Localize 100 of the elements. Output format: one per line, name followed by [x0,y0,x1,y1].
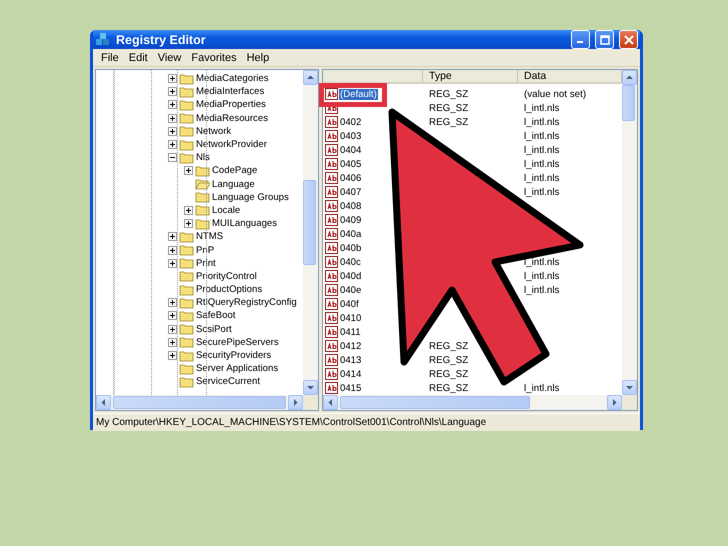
horizontal-scrollbar[interactable] [96,395,303,410]
scrollbar-corner [622,395,637,410]
value-data: l_intl.nls [523,117,560,128]
scroll-thumb[interactable] [622,85,635,121]
tree-item[interactable]: Language [212,178,255,190]
tree-item[interactable]: CodePage [212,165,258,176]
expand-icon[interactable] [184,219,193,228]
string-value-icon [325,270,338,282]
tree-item[interactable]: ScsiPort [196,324,232,335]
value-name[interactable]: 0415 [339,382,362,394]
folder-icon [179,86,194,98]
string-value-icon [325,88,338,100]
value-name[interactable]: 040f [339,298,360,310]
folder-icon [179,230,194,243]
maximize-button[interactable] [595,30,614,49]
tree-item[interactable]: SecurityProviders [196,350,272,362]
scroll-right-icon [611,399,618,406]
value-name[interactable]: 0413 [339,354,362,366]
expand-icon[interactable] [168,87,177,96]
tree-item[interactable]: NetworkProvider [196,139,267,150]
value-name[interactable]: 040d [339,270,362,282]
folder-icon [179,310,194,322]
value-name[interactable]: 0410 [339,312,362,324]
expand-icon[interactable] [168,311,177,320]
menu-item[interactable]: File [96,52,124,64]
value-name[interactable]: (Default) [339,88,378,100]
menu-item[interactable]: Help [242,52,274,64]
tree-item[interactable]: RtlQueryRegistryConfig [196,297,297,308]
expand-icon[interactable] [168,324,177,334]
tree-item[interactable]: Print [196,258,216,269]
value-name[interactable]: 040c [339,256,362,268]
column-header[interactable]: Type [423,70,518,82]
expand-icon[interactable] [168,351,177,360]
value-name[interactable]: 040e [339,284,362,296]
tree-item[interactable]: PriorityControl [196,270,257,282]
vertical-scrollbar[interactable] [622,70,637,395]
tree-item[interactable]: Language Groups [212,192,289,203]
folder-icon [179,244,194,256]
tree-item[interactable]: Nls [196,152,210,164]
value-name[interactable]: 040b [339,242,362,254]
value-name[interactable]: 0405 [339,158,362,170]
expand-icon[interactable] [168,74,177,84]
expand-icon[interactable] [168,232,177,242]
tree-item[interactable]: MediaProperties [196,99,266,110]
value-name[interactable]: 0412 [339,340,362,352]
expand-icon[interactable] [184,166,193,176]
folder-icon [179,72,194,85]
value-data: (value not set) [523,89,586,100]
value-type: REG_SZ [428,103,468,114]
value-data: l_intl.nls [523,131,560,142]
scroll-thumb[interactable] [303,180,316,265]
menu-item[interactable]: Favorites [186,52,242,64]
value-name[interactable]: 0404 [339,144,362,156]
tree-item[interactable]: MediaResources [196,112,268,124]
tree-item[interactable]: ServiceCurrent [196,376,260,388]
folder-icon [179,112,194,124]
expand-icon[interactable] [168,258,177,268]
tree-item[interactable]: NTMS [196,231,224,242]
minimize-button[interactable] [571,30,590,49]
value-name[interactable]: 0407 [339,186,362,198]
tree-item[interactable]: Locale [212,204,240,216]
expand-icon[interactable] [168,100,177,110]
tree-item[interactable]: MediaCategories [196,73,269,84]
value-name[interactable]: 0403 [339,130,362,142]
value-name[interactable]: 040a [339,228,362,240]
folder-icon [195,218,210,230]
expand-icon[interactable] [168,126,177,136]
tree-item[interactable]: MediaInterfaces [196,86,264,98]
tree-item[interactable]: SecurePipeServers [196,336,279,348]
expand-icon[interactable] [168,338,177,347]
value-name[interactable]: 0406 [339,172,362,184]
tree-item[interactable]: ProductOptions [196,284,262,296]
string-value-icon [325,326,338,338]
vertical-scrollbar[interactable] [303,70,318,395]
value-name[interactable]: 0408 [339,200,362,212]
tree-item[interactable]: MUILanguages [212,218,278,230]
tree-item[interactable]: Network [196,126,232,137]
expand-icon[interactable] [184,206,193,215]
horizontal-scrollbar[interactable] [323,395,622,410]
collapse-icon[interactable] [168,153,177,162]
value-name[interactable]: 0411 [339,326,362,338]
value-name[interactable]: 0402 [339,116,362,128]
value-data: l_intl.nls [523,383,560,394]
string-value-icon [325,158,338,170]
close-button[interactable] [619,30,638,49]
value-name[interactable]: 0409 [339,214,362,226]
value-data: l_intl.nls [523,103,560,114]
string-value-icon [325,228,338,240]
tree-item[interactable]: Server Applications [196,363,278,374]
expand-icon[interactable] [168,114,177,123]
expand-icon[interactable] [168,140,177,150]
tree-item[interactable]: SafeBoot [196,310,236,322]
string-value-icon [325,214,338,226]
menu-item[interactable]: Edit [124,52,153,64]
menu-item[interactable]: View [152,52,186,64]
expand-icon[interactable] [168,298,177,308]
folder-icon [179,350,194,362]
value-data: l_intl.nls [523,159,560,170]
expand-icon[interactable] [168,246,177,255]
value-name[interactable]: 0414 [339,368,362,380]
